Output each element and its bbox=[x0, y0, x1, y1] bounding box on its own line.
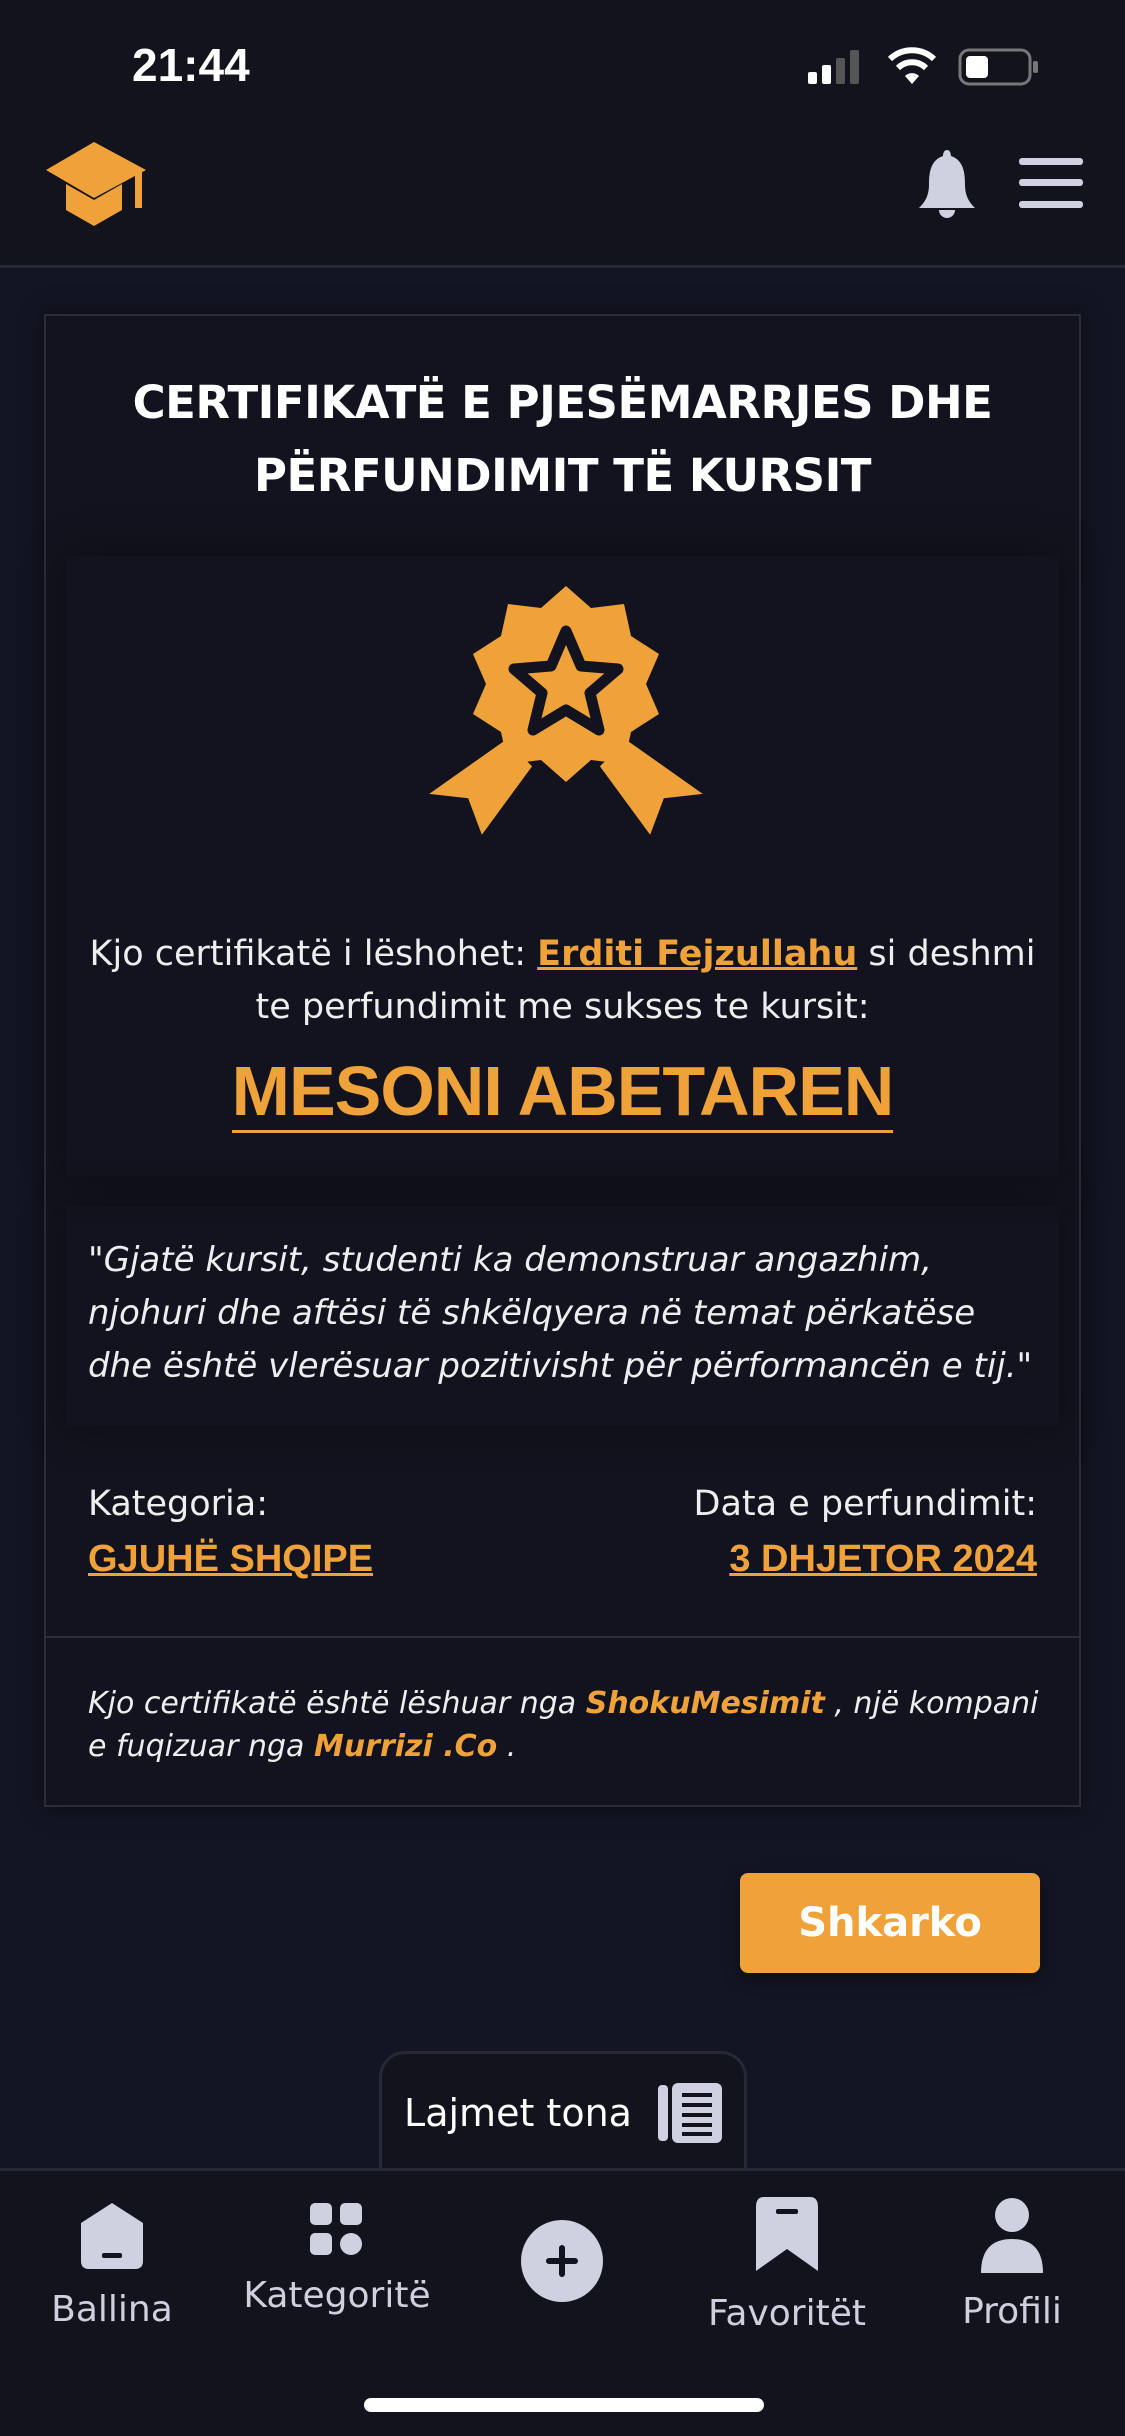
award-ribbon-icon bbox=[421, 586, 711, 846]
certificate-title: CERTIFIKATË E PJESËMARRJES DHE PËRFUNDIMI… bbox=[46, 366, 1079, 512]
wifi-icon bbox=[887, 47, 937, 84]
bookmark-icon bbox=[756, 2197, 818, 2271]
date-label: Data e perfundimit: bbox=[693, 1484, 1037, 1524]
certificate-card: CERTIFIKATË E PJESËMARRJES DHE PËRFUNDIMI… bbox=[44, 314, 1081, 1807]
title-line-2: PËRFUNDIMIT TË KURSIT bbox=[253, 449, 872, 502]
status-time: 21:44 bbox=[132, 39, 250, 91]
newspaper-icon bbox=[657, 2082, 722, 2143]
issued-line-2: te perfundimit me sukses te kursit: bbox=[255, 987, 870, 1027]
divider bbox=[46, 1636, 1079, 1638]
bottom-nav: Ballina Kategoritë Favoritët Profili bbox=[0, 2168, 1125, 2436]
footer-text-1: Kjo certifikatë është lëshuar nga bbox=[88, 1686, 586, 1721]
news-tab-label: Lajmet tona bbox=[404, 2090, 632, 2135]
nav-label: Profili bbox=[962, 2291, 1062, 2332]
parent-company-name: Murrizi .Co bbox=[313, 1729, 498, 1764]
quote-text: "Gjatë kursit, studenti ka demonstruar a… bbox=[88, 1240, 1033, 1386]
bell-icon[interactable] bbox=[917, 148, 977, 218]
date-value: 3 DHJETOR 2024 bbox=[729, 1538, 1037, 1580]
title-line-1: CERTIFIKATË E PJESËMARRJES DHE bbox=[132, 376, 993, 429]
nav-ballina[interactable]: Ballina bbox=[2, 2201, 222, 2330]
nav-add[interactable] bbox=[452, 2219, 672, 2321]
category-value[interactable]: GJUHË SHQIPE bbox=[88, 1538, 373, 1581]
nav-label: Kategoritë bbox=[243, 2275, 431, 2316]
signal-icon bbox=[808, 50, 859, 84]
nav-label: Favoritët bbox=[708, 2293, 866, 2334]
plus-icon bbox=[521, 2220, 603, 2302]
battery-icon bbox=[958, 48, 1038, 86]
course-title: MESONI ABETAREN bbox=[46, 1051, 1079, 1133]
nav-favoritet[interactable]: Favoritët bbox=[677, 2197, 897, 2334]
download-button[interactable]: Shkarko bbox=[740, 1873, 1040, 1973]
footer-text-3: . bbox=[497, 1729, 517, 1764]
issued-prefix: Kjo certifikatë i lëshohet: bbox=[89, 934, 538, 974]
graduation-cap-logo-icon[interactable] bbox=[46, 142, 146, 226]
home-icon bbox=[81, 2203, 143, 2269]
issuer-footer: Kjo certifikatë është lëshuar nga ShokuM… bbox=[88, 1682, 1048, 1768]
issued-suffix: si deshmi bbox=[857, 934, 1036, 974]
home-indicator bbox=[364, 2398, 764, 2412]
nav-kategorite[interactable]: Kategoritë bbox=[227, 2201, 447, 2316]
nav-profili[interactable]: Profili bbox=[902, 2197, 1122, 2332]
hamburger-menu-icon[interactable] bbox=[1019, 158, 1083, 208]
recipient-name: Erditi Fejzullahu bbox=[537, 934, 858, 974]
category-label: Kategoria: bbox=[88, 1484, 269, 1524]
course-name: MESONI ABETAREN bbox=[231, 1052, 894, 1133]
user-icon bbox=[981, 2198, 1043, 2273]
issued-text: Kjo certifikatë i lëshohet: Erditi Fejzu… bbox=[46, 928, 1079, 1034]
grid-icon bbox=[310, 2203, 362, 2255]
company-name: ShokuMesimit bbox=[585, 1686, 825, 1721]
news-tab[interactable]: Lajmet tona bbox=[379, 2051, 747, 2171]
nav-label: Ballina bbox=[51, 2289, 173, 2330]
